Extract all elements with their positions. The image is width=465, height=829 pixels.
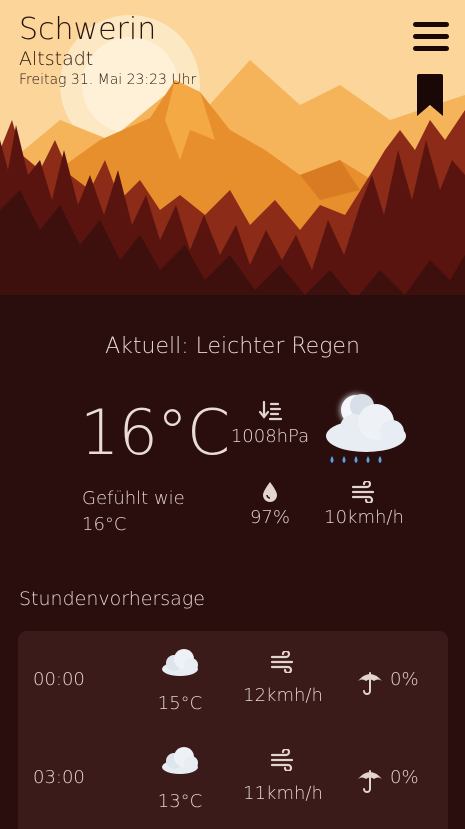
umbrella-icon	[358, 672, 382, 695]
humidity-icon	[263, 482, 277, 502]
forecast-time: 00:00	[33, 669, 85, 690]
humidity-metric: 97%	[240, 481, 300, 528]
menu-icon	[413, 22, 449, 51]
feels-like-label: Gefühlt wie	[82, 488, 185, 509]
bookmark-icon	[417, 74, 443, 116]
list-item: 03:00 13°C 11kmh/h 0%	[18, 729, 448, 827]
district-name: Altstadt	[19, 48, 94, 70]
bookmark-button[interactable]	[414, 74, 446, 118]
wind-icon	[270, 749, 294, 771]
hourly-forecast-title: Stundenvorhersage	[19, 588, 205, 610]
cloud-moon-rain-icon	[318, 388, 410, 470]
pressure-value: 1008hPa	[230, 426, 310, 447]
city-name: Schwerin	[19, 12, 157, 47]
wind-value: 10kmh/h	[324, 507, 404, 528]
current-condition: Aktuell: Leichter Regen	[105, 334, 360, 359]
current-temperature: 16°C	[80, 396, 230, 469]
list-item: 00:00 15°C 12kmh/h 0%	[18, 631, 448, 729]
cloud-icon	[162, 747, 198, 774]
wind-metric: 10kmh/h	[316, 481, 412, 528]
feels-like-value: 16°C	[82, 514, 127, 535]
current-datetime: Freitag 31. Mai 23:23 Uhr	[19, 72, 197, 88]
wind-icon	[270, 651, 294, 673]
forecast-wind: 12kmh/h	[243, 685, 323, 706]
wind-icon	[351, 481, 375, 503]
forecast-temperature: 13°C	[157, 791, 203, 812]
pressure-metric: 1008hPa	[228, 400, 312, 447]
location-block: Schwerin Altstadt Freitag 31. Mai 23:23 …	[19, 12, 196, 89]
cloud-icon	[162, 649, 198, 676]
forecast-rain-chance: 0%	[390, 669, 419, 690]
forecast-temperature: 15°C	[157, 693, 203, 714]
umbrella-icon	[358, 770, 382, 793]
forecast-time: 03:00	[33, 767, 85, 788]
forecast-rain-chance: 0%	[390, 767, 419, 788]
feels-like: Gefühlt wie 16°C	[82, 486, 185, 538]
forecast-wind: 11kmh/h	[243, 783, 323, 804]
hourly-forecast-list[interactable]: 00:00 15°C 12kmh/h 0% 03:00 13°C 11kmh/h…	[18, 631, 448, 829]
menu-button[interactable]	[413, 22, 449, 56]
humidity-value: 97%	[249, 507, 290, 528]
pressure-icon	[258, 400, 282, 421]
